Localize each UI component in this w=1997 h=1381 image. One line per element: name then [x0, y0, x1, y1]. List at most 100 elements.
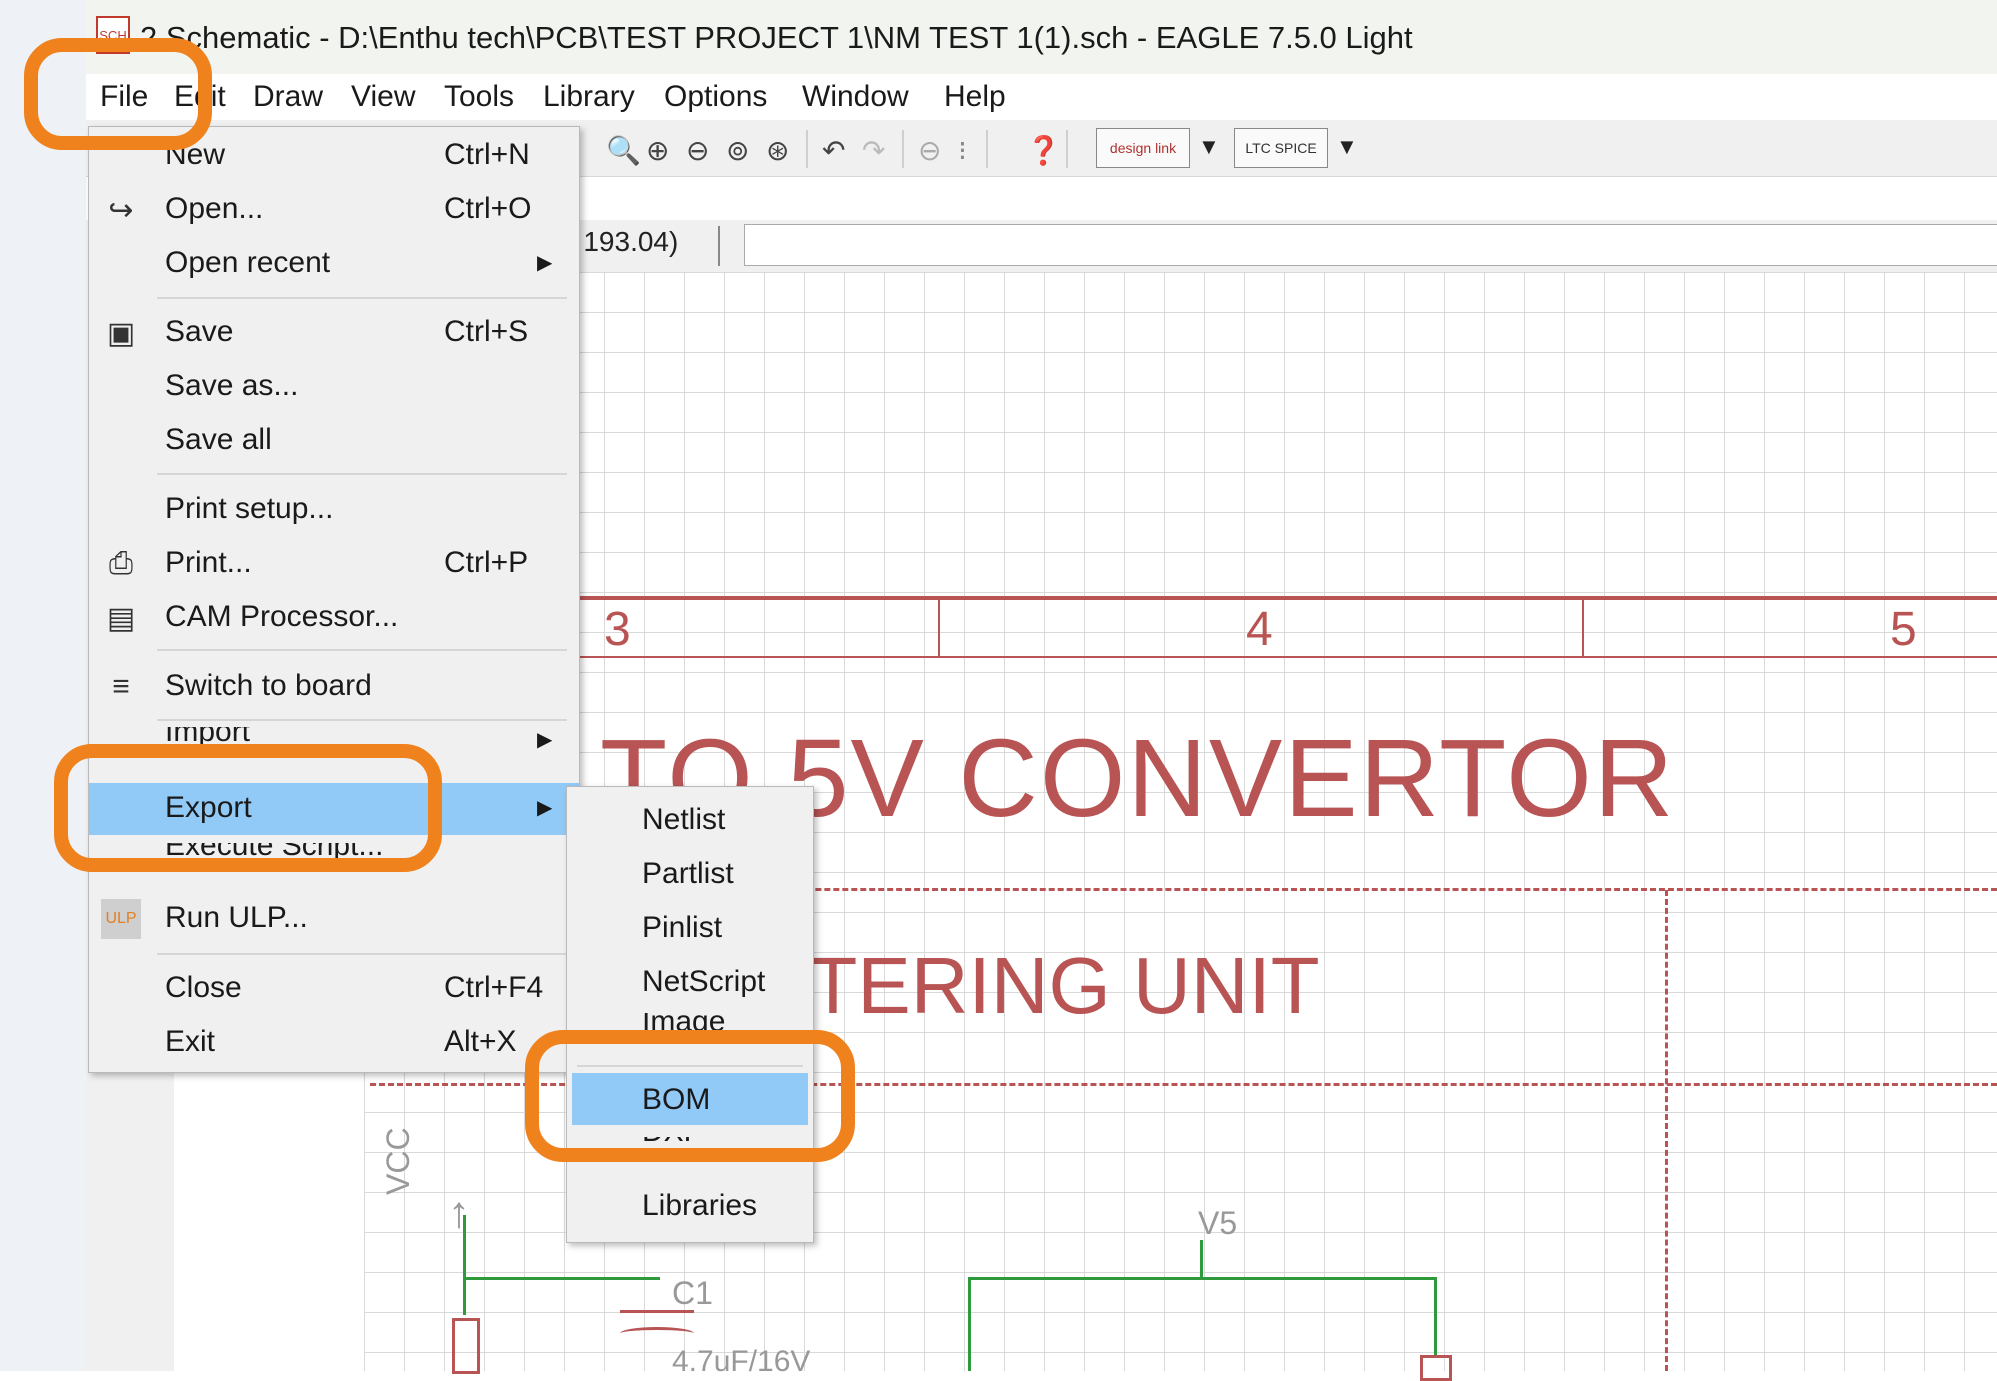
menu-help[interactable]: Help — [944, 80, 1006, 114]
component-symbol — [1420, 1355, 1452, 1381]
export-partlist[interactable]: Partlist — [567, 847, 813, 899]
menu-tools[interactable]: Tools — [444, 80, 514, 114]
menu-view[interactable]: View — [351, 80, 415, 114]
submenu-item-label: Netlist — [642, 803, 726, 836]
board-icon: ≡ — [112, 670, 130, 703]
submenu-item-label: Partlist — [642, 857, 734, 890]
wire — [464, 1277, 660, 1280]
resistor-symbol — [452, 1318, 480, 1374]
menu-item-label: Print... — [165, 546, 252, 579]
file-menu-open-recent[interactable]: Open recent ▶ — [89, 238, 579, 290]
menu-item-label: Save as... — [165, 369, 299, 402]
menu-item-label: Close — [165, 971, 242, 1004]
menu-item-shortcut: Alt+X — [444, 1025, 517, 1058]
export-netscript[interactable]: NetScript — [567, 955, 813, 1007]
vcc-label: VCC — [380, 1127, 416, 1195]
menu-item-label: Run ULP... — [165, 901, 308, 934]
menu-separator — [157, 719, 567, 721]
menu-item-label: Open... — [165, 192, 264, 225]
file-menu-save-all[interactable]: Save all — [89, 415, 579, 467]
desktop-background — [0, 0, 86, 1371]
file-menu-cam-processor[interactable]: ▤ CAM Processor... — [89, 592, 579, 644]
printer-icon: ⎙ — [109, 547, 133, 580]
capacitor-curve — [620, 1327, 694, 1340]
menu-draw[interactable]: Draw — [253, 80, 323, 114]
go-icon[interactable]: ⁝ — [958, 134, 967, 167]
open-icon: ↪ — [108, 193, 134, 227]
menu-item-label: Open recent — [165, 246, 331, 279]
menu-options[interactable]: Options — [664, 80, 767, 114]
menu-window[interactable]: Window — [802, 80, 909, 114]
command-line-input[interactable] — [744, 224, 1997, 266]
file-menu-open[interactable]: ↪ Open... Ctrl+O — [89, 184, 579, 236]
toolbar-separator — [902, 130, 904, 168]
toolbar-separator — [1066, 130, 1068, 168]
menu-item-label: Switch to board — [165, 669, 372, 702]
v5-label: V5 — [1198, 1205, 1238, 1241]
menu-item-label: Save — [165, 315, 234, 348]
redo-icon[interactable]: ↷ — [862, 134, 885, 167]
submenu-arrow-icon: ▶ — [537, 252, 553, 274]
design-link-dropdown-icon[interactable]: ▼ — [1198, 134, 1220, 160]
menu-item-shortcut: Ctrl+N — [444, 138, 530, 171]
frame-divider — [1582, 600, 1584, 658]
wire — [1434, 1277, 1437, 1357]
export-submenu: Netlist Partlist Pinlist NetScript Image… — [566, 786, 814, 1243]
save-icon: ▣ — [106, 316, 136, 350]
c1-label: C1 — [672, 1275, 713, 1311]
zoom-fit-icon[interactable]: 🔍 — [606, 134, 641, 167]
frame-column-number: 5 — [1890, 603, 1917, 656]
submenu-item-label: Libraries — [642, 1189, 758, 1222]
file-menu-save-as[interactable]: Save as... — [89, 361, 579, 413]
stop-icon[interactable]: ⊖ — [918, 134, 941, 167]
design-link-button[interactable]: design link — [1096, 128, 1190, 168]
ltspice-dropdown-icon[interactable]: ▼ — [1336, 134, 1358, 160]
file-menu: New Ctrl+N ↪ Open... Ctrl+O Open recent … — [88, 126, 580, 1073]
zoom-select-icon[interactable]: ⊛ — [766, 134, 789, 167]
submenu-item-label: NetScript — [642, 965, 766, 998]
menu-item-shortcut: Ctrl+S — [444, 315, 529, 348]
menu-item-label: CAM Processor... — [165, 600, 399, 633]
menu-library[interactable]: Library — [543, 80, 635, 114]
export-libraries[interactable]: Libraries — [567, 1179, 813, 1231]
submenu-item-label: Pinlist — [642, 911, 723, 944]
vcc-arrow-icon: ↑ — [448, 1188, 470, 1237]
wire — [968, 1277, 971, 1371]
menu-separator — [157, 649, 567, 651]
menu-item-shortcut: Ctrl+O — [444, 192, 532, 225]
menu-separator — [157, 953, 567, 955]
file-menu-run-ulp[interactable]: ULP Run ULP... — [89, 893, 579, 945]
c1-value-label: 4.7uF/16V — [672, 1345, 811, 1378]
toolbar-separator — [986, 130, 988, 168]
schematic-block-title: LTERING UNIT — [770, 941, 1320, 1030]
undo-icon[interactable]: ↶ — [822, 134, 845, 167]
menu-item-label: Exit — [165, 1025, 216, 1058]
export-pinlist[interactable]: Pinlist — [567, 901, 813, 953]
wire — [1200, 1240, 1203, 1280]
wire — [463, 1215, 466, 1315]
frame-border-top — [364, 596, 1997, 600]
export-netlist[interactable]: Netlist — [567, 793, 813, 845]
menu-item-label: Save all — [165, 423, 272, 456]
cam-processor-icon: ▤ — [106, 601, 136, 635]
submenu-arrow-icon: ▶ — [537, 729, 553, 751]
file-menu-print-setup[interactable]: Print setup... — [89, 484, 579, 536]
zoom-out-icon[interactable]: ⊖ — [686, 134, 709, 167]
menu-item-label: Print setup... — [165, 492, 334, 525]
export-highlight — [54, 744, 442, 872]
file-menu-highlight — [24, 38, 212, 150]
zoom-in-icon[interactable]: ⊕ — [646, 134, 669, 167]
file-menu-save[interactable]: ▣ Save Ctrl+S — [89, 307, 579, 359]
menu-bar: File Edit Draw View Tools Library Option… — [86, 74, 1997, 120]
file-menu-print[interactable]: ⎙ Print... Ctrl+P — [89, 538, 579, 590]
file-menu-switch-to-board[interactable]: ≡ Switch to board — [89, 661, 579, 713]
menu-separator — [157, 473, 567, 475]
file-menu-exit[interactable]: Exit Alt+X — [89, 1017, 579, 1069]
help-icon[interactable]: ❓ — [1026, 134, 1061, 167]
submenu-arrow-icon: ▶ — [537, 797, 553, 819]
menu-separator — [157, 297, 567, 299]
bom-highlight — [525, 1030, 855, 1162]
file-menu-close[interactable]: Close Ctrl+F4 — [89, 963, 579, 1015]
ltspice-button[interactable]: LTC SPICE — [1234, 128, 1328, 168]
zoom-redraw-icon[interactable]: ⊚ — [726, 134, 749, 167]
